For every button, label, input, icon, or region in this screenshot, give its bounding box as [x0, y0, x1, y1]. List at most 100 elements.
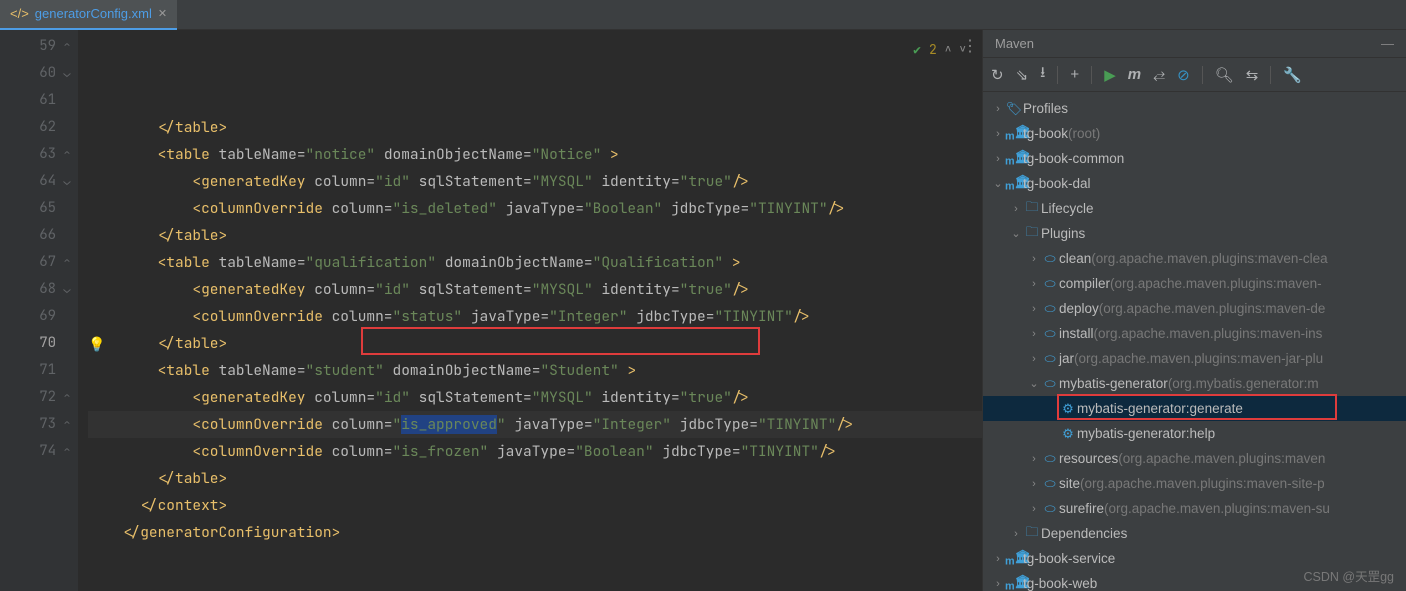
- maven-node-tg-book[interactable]: ›m🏛tg-book (root): [983, 121, 1406, 146]
- plugin-icon: ⬭: [1041, 501, 1059, 517]
- tree-label: clean: [1059, 251, 1091, 266]
- plugin-icon: ⬭: [1041, 251, 1059, 267]
- tree-label: tg-book-dal: [1023, 176, 1091, 191]
- maven-node-compiler[interactable]: ›⬭compiler (org.apache.maven.plugins:mav…: [983, 271, 1406, 296]
- code-line[interactable]: </context>: [88, 492, 982, 519]
- code-line[interactable]: <columnOverride column="is_frozen" javaT…: [88, 438, 982, 465]
- toggle-offline-icon[interactable]: ⥄: [1153, 66, 1165, 83]
- code-line[interactable]: </table>: [88, 465, 982, 492]
- maven-node-tg-book-dal[interactable]: ⌄m🏛tg-book-dal: [983, 171, 1406, 196]
- expand-icon[interactable]: ›: [1027, 328, 1041, 340]
- code-line[interactable]: </generatorConfiguration>: [88, 519, 982, 546]
- code-line[interactable]: </table>: [88, 114, 982, 141]
- execute-goal-icon[interactable]: m: [1128, 66, 1141, 83]
- maven-module-icon: m🏛: [1005, 174, 1023, 193]
- maven-node-install[interactable]: ›⬭install (org.apache.maven.plugins:mave…: [983, 321, 1406, 346]
- maven-panel-title: Maven —: [983, 30, 1406, 58]
- plugin-icon: ⬭: [1041, 326, 1059, 342]
- expand-icon[interactable]: ›: [991, 153, 1005, 165]
- code-line[interactable]: </table>: [88, 222, 982, 249]
- toolbar-separator: [1057, 66, 1058, 84]
- maven-node-site[interactable]: ›⬭site (org.apache.maven.plugins:maven-s…: [983, 471, 1406, 496]
- add-icon[interactable]: +: [1070, 66, 1079, 83]
- maven-node-mybatis-generator-help[interactable]: ⚙mybatis-generator:help: [983, 421, 1406, 446]
- vcs-up-icon[interactable]: ∧: [945, 36, 952, 63]
- fold-column: ⌃⌄⌃⌄⌃⌄⌃⌃⌃: [60, 33, 74, 465]
- code-line[interactable]: <table tableName="qualification" domainO…: [88, 249, 982, 276]
- expand-icon[interactable]: ⌄: [991, 177, 1005, 190]
- line-gutter: 59606162636465666768697071727374⌃⌄⌃⌄⌃⌄⌃⌃…: [0, 30, 78, 591]
- tree-label: Dependencies: [1041, 526, 1127, 541]
- maven-node-resources[interactable]: ›⬭resources (org.apache.maven.plugins:ma…: [983, 446, 1406, 471]
- gear-icon: ⚙: [1059, 401, 1077, 417]
- file-tab-label: generatorConfig.xml: [35, 6, 152, 21]
- editor-panel: 59606162636465666768697071727374⌃⌄⌃⌄⌃⌄⌃⌃…: [0, 30, 982, 591]
- generate-sources-icon[interactable]: ⇘: [1016, 66, 1029, 84]
- code-line[interactable]: <generatedKey column="id" sqlStatement="…: [88, 276, 982, 303]
- collapse-icon[interactable]: ⇆: [1246, 66, 1259, 84]
- expand-icon[interactable]: ›: [991, 103, 1005, 115]
- expand-icon[interactable]: ›: [991, 128, 1005, 140]
- tree-dim: (org.mybatis.generator:m: [1168, 376, 1319, 391]
- maven-node-profiles[interactable]: ›🏷Profiles: [983, 96, 1406, 121]
- tree-label: site: [1059, 476, 1080, 491]
- maven-node-plugins[interactable]: ⌄🗀Plugins: [983, 221, 1406, 246]
- tree-dim: (org.apache.maven.plugins:maven-ins: [1094, 326, 1323, 341]
- expand-icon[interactable]: ›: [991, 578, 1005, 590]
- tree-label: mybatis-generator: [1059, 376, 1168, 391]
- toggle-skip-tests-icon[interactable]: ⊘: [1177, 66, 1190, 84]
- toolbar-separator: [1270, 66, 1271, 84]
- close-tab-icon[interactable]: ✕: [158, 7, 167, 20]
- code-line[interactable]: <table tableName="student" domainObjectN…: [88, 357, 982, 384]
- tree-dim: (org.apache.maven.plugins:maven-de: [1099, 301, 1326, 316]
- maven-title-label: Maven: [995, 36, 1034, 51]
- settings-icon[interactable]: 🔧: [1283, 66, 1302, 84]
- tree-label: mybatis-generator:help: [1077, 426, 1215, 441]
- tree-dim: (org.apache.maven.plugins:maven: [1118, 451, 1325, 466]
- expand-icon[interactable]: ›: [1009, 528, 1023, 540]
- gear-icon: ⚙: [1059, 426, 1077, 442]
- maven-node-dependencies[interactable]: ›🗀Dependencies: [983, 521, 1406, 546]
- code-line[interactable]: </table>: [88, 330, 982, 357]
- expand-icon[interactable]: ›: [1027, 353, 1041, 365]
- expand-icon[interactable]: ›: [1027, 503, 1041, 515]
- maven-node-tg-book-common[interactable]: ›m🏛tg-book-common: [983, 146, 1406, 171]
- expand-icon[interactable]: ›: [991, 553, 1005, 565]
- code-line[interactable]: <generatedKey column="id" sqlStatement="…: [88, 168, 982, 195]
- plugin-icon: ⬭: [1041, 451, 1059, 467]
- tree-label: deploy: [1059, 301, 1099, 316]
- run-icon[interactable]: ▶: [1104, 66, 1116, 84]
- maven-node-mybatis-generator-generate[interactable]: ⚙mybatis-generator:generate: [983, 396, 1406, 421]
- maven-node-jar[interactable]: ›⬭jar (org.apache.maven.plugins:maven-ja…: [983, 346, 1406, 371]
- refresh-icon[interactable]: ↻: [991, 66, 1004, 84]
- code-line[interactable]: <columnOverride column="status" javaType…: [88, 303, 982, 330]
- download-icon[interactable]: ⭳: [1040, 62, 1045, 87]
- maven-node-lifecycle[interactable]: ›🗀Lifecycle: [983, 196, 1406, 221]
- code-line[interactable]: <generatedKey column="id" sqlStatement="…: [88, 384, 982, 411]
- code-line[interactable]: <columnOverride column="is_deleted" java…: [88, 195, 982, 222]
- expand-icon[interactable]: ›: [1009, 203, 1023, 215]
- expand-icon[interactable]: ›: [1027, 478, 1041, 490]
- expand-icon[interactable]: ›: [1027, 453, 1041, 465]
- editor-more-icon[interactable]: ⋮: [962, 36, 978, 56]
- tree-label: tg-book-service: [1023, 551, 1115, 566]
- tree-label: Plugins: [1041, 226, 1085, 241]
- vcs-check-icon: ✔: [913, 36, 921, 63]
- panel-minimize-icon[interactable]: —: [1381, 36, 1394, 51]
- tree-dim: (org.apache.maven.plugins:maven-site-p: [1080, 476, 1325, 491]
- expand-icon[interactable]: ›: [1027, 303, 1041, 315]
- maven-node-clean[interactable]: ›⬭clean (org.apache.maven.plugins:maven-…: [983, 246, 1406, 271]
- maven-node-surefire[interactable]: ›⬭surefire (org.apache.maven.plugins:mav…: [983, 496, 1406, 521]
- code-line[interactable]: <columnOverride column="is_approved" jav…: [88, 411, 982, 438]
- expand-icon[interactable]: ›: [1027, 253, 1041, 265]
- maven-node-mybatis-generator[interactable]: ⌄⬭mybatis-generator (org.mybatis.generat…: [983, 371, 1406, 396]
- expand-icon[interactable]: ›: [1027, 278, 1041, 290]
- expand-icon[interactable]: ⌄: [1027, 377, 1041, 390]
- file-tab-generatorconfig[interactable]: </> generatorConfig.xml ✕: [0, 0, 177, 30]
- maven-node-deploy[interactable]: ›⬭deploy (org.apache.maven.plugins:maven…: [983, 296, 1406, 321]
- code-line[interactable]: <table tableName="notice" domainObjectNa…: [88, 141, 982, 168]
- search-icon[interactable]: 🔍︎: [1215, 66, 1234, 84]
- expand-icon[interactable]: ⌄: [1009, 227, 1023, 240]
- vcs-status[interactable]: ✔ 2 ∧ ∨: [913, 36, 966, 63]
- code-editor[interactable]: ✔ 2 ∧ ∨ </table> <table tableName="notic…: [78, 30, 982, 591]
